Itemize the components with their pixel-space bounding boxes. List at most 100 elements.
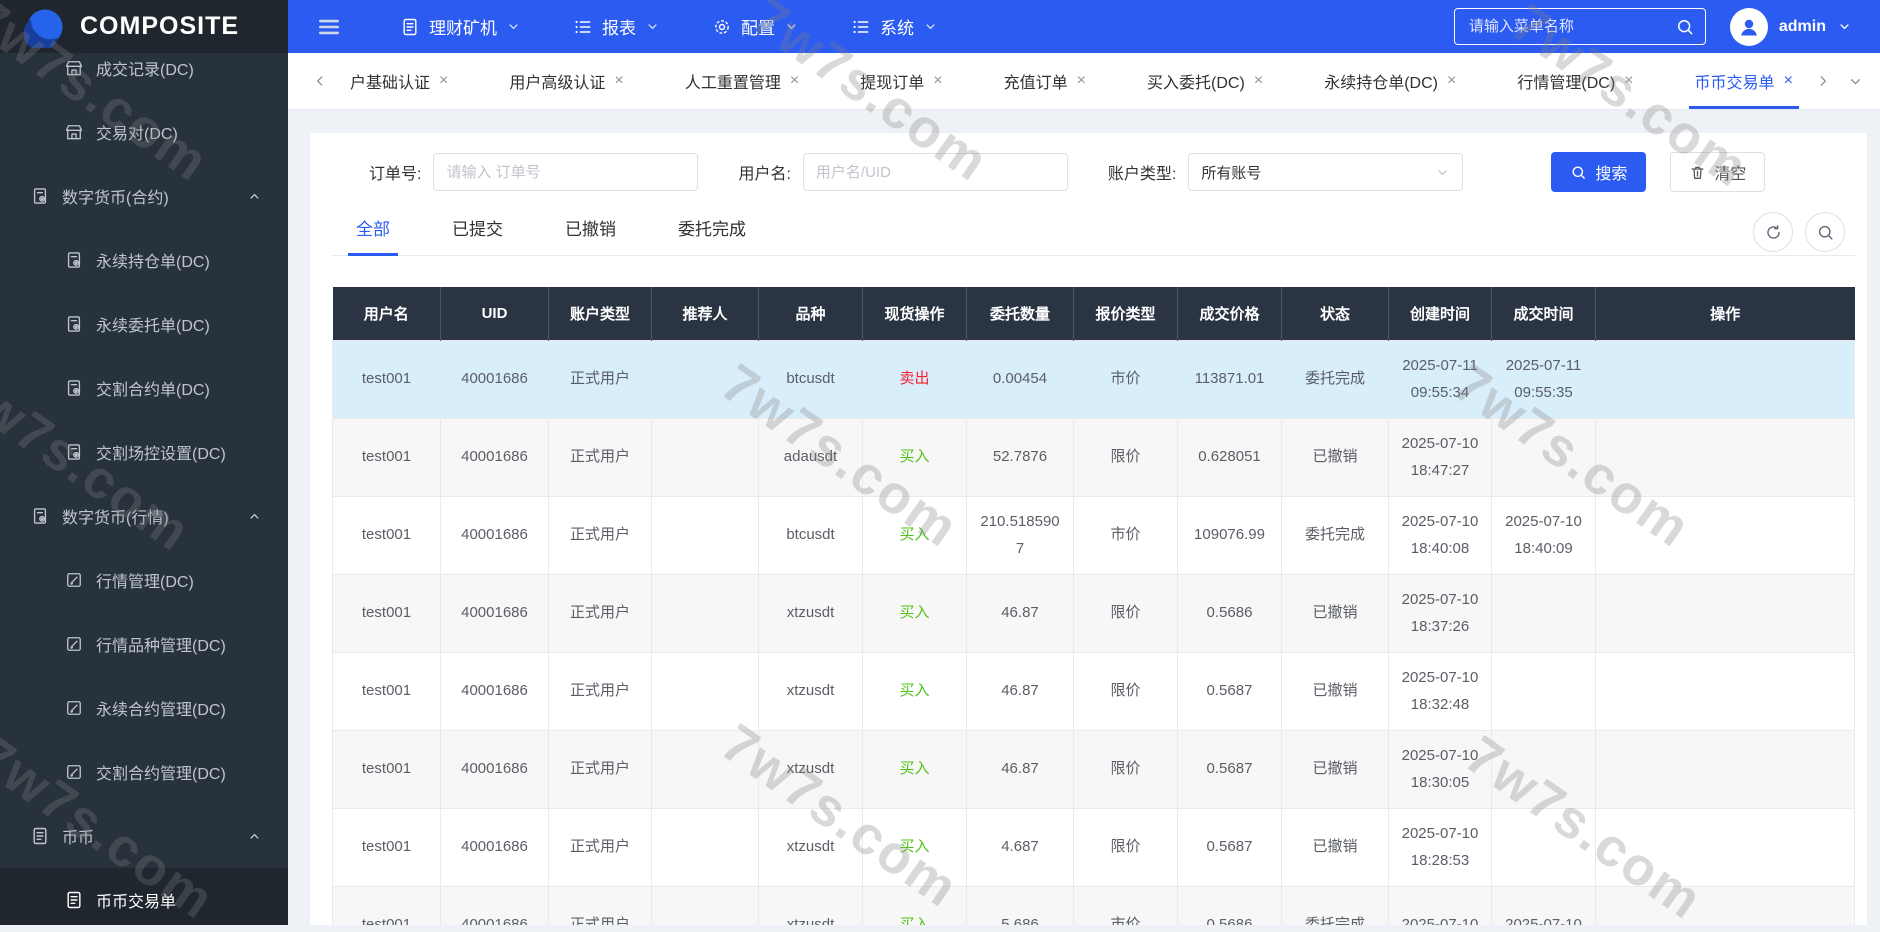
cell-referrer bbox=[651, 652, 759, 731]
tab-4[interactable]: 提现订单 × bbox=[860, 53, 942, 109]
close-icon[interactable]: × bbox=[790, 73, 799, 89]
caret-down-icon bbox=[784, 19, 799, 34]
nav-menu-4[interactable]: 系统 bbox=[851, 14, 938, 39]
sidebar-item-7[interactable]: 交割场控设置(DC) bbox=[0, 420, 288, 484]
cell-symbol: xtzusdt bbox=[758, 886, 863, 925]
cell-created: 2025-07-11 09:55:34 bbox=[1388, 340, 1492, 419]
cell-account_type: 正式用户 bbox=[548, 652, 652, 731]
tab-1[interactable]: 户基础认证 × bbox=[350, 53, 448, 109]
clear-button[interactable]: 清空 bbox=[1670, 152, 1766, 192]
sidebar-item-2[interactable]: 交易对(DC) bbox=[0, 100, 288, 164]
close-icon[interactable]: × bbox=[933, 73, 942, 89]
sidebar-item-13[interactable]: 币币 bbox=[0, 804, 288, 868]
sidebar-item-12[interactable]: 交割合约管理(DC) bbox=[0, 740, 288, 804]
col-header-username: 用户名 bbox=[332, 287, 441, 341]
cell-symbol: xtzusdt bbox=[758, 652, 863, 731]
tab-bar: 户基础认证 × 用户高级认证 × 人工重置管理 × 提现订单 × 充值订单 × 买入委托(DC) × 永… bbox=[288, 53, 1880, 110]
tab-5[interactable]: 充值订单 × bbox=[1004, 53, 1086, 109]
sidebar-item-5[interactable]: 永续委托单(DC) bbox=[0, 292, 288, 356]
cell-completed: 2025-07-10 bbox=[1491, 886, 1596, 925]
cell-symbol: xtzusdt bbox=[758, 730, 863, 809]
tab-2[interactable]: 用户高级认证 × bbox=[509, 53, 623, 109]
cell-amount: 0.00454 bbox=[966, 340, 1074, 419]
tabs-scroll-left-icon[interactable] bbox=[312, 73, 328, 89]
sidebar-item-4[interactable]: 永续持仓单(DC) bbox=[0, 228, 288, 292]
close-icon[interactable]: × bbox=[1447, 73, 1456, 89]
cell-account_type: 正式用户 bbox=[548, 418, 652, 497]
sidebar-item-8[interactable]: 数字货币(行情) bbox=[0, 484, 288, 548]
cell-ops bbox=[1595, 340, 1855, 419]
sidebar-item-14[interactable]: 币币交易单 bbox=[0, 868, 288, 925]
close-icon[interactable]: × bbox=[439, 73, 448, 89]
close-icon[interactable]: × bbox=[1624, 73, 1633, 89]
table-row: test001 40001686 正式用户 xtzusdt 买入 46.87 限价 0.568… bbox=[332, 574, 1855, 653]
refresh-button[interactable] bbox=[1753, 212, 1793, 252]
col-header-completed: 成交时间 bbox=[1491, 287, 1596, 341]
hamburger-icon[interactable] bbox=[316, 14, 342, 40]
doc-icon bbox=[30, 826, 50, 846]
search-icon[interactable] bbox=[1675, 17, 1695, 37]
orders-table: 用户名 UID 账户类型 推荐人 品种 现货操作 委托数量 报价类型 成交价格 状态 创建时间 成交时… bbox=[332, 287, 1855, 925]
close-icon[interactable]: × bbox=[1254, 73, 1263, 89]
cell-price: 0.5687 bbox=[1177, 652, 1282, 731]
caret-up-icon bbox=[247, 189, 262, 204]
caret-down-icon bbox=[645, 19, 660, 34]
table-row: test001 40001686 正式用户 xtzusdt 买入 5.686 市价 0.568… bbox=[332, 886, 1855, 925]
status-tab-3[interactable]: 已撤销 bbox=[565, 215, 616, 240]
username-group: 用户名: bbox=[738, 153, 1068, 191]
cell-uid: 40001686 bbox=[440, 886, 549, 925]
close-icon[interactable]: × bbox=[614, 73, 623, 89]
sidebar-item-1[interactable]: 成交记录(DC) bbox=[0, 53, 288, 100]
main-content: 户基础认证 × 用户高级认证 × 人工重置管理 × 提现订单 × 充值订单 × 买入委托(DC) × 永… bbox=[288, 53, 1880, 925]
menu-search-input[interactable] bbox=[1466, 17, 1675, 36]
top-navbar: COMPOSITE 理财矿机 报表 配置 系统 admin bbox=[0, 0, 1880, 53]
tab-9[interactable]: 币币交易单 × bbox=[1688, 53, 1800, 109]
cell-account_type: 正式用户 bbox=[548, 340, 652, 419]
cell-username: test001 bbox=[332, 652, 441, 731]
tab-8[interactable]: 行情管理(DC) × bbox=[1517, 53, 1633, 109]
close-icon[interactable]: × bbox=[1784, 73, 1793, 89]
username-input[interactable] bbox=[802, 153, 1068, 191]
tabs-scroll-right-icon[interactable] bbox=[1815, 73, 1831, 89]
search-button[interactable]: 搜索 bbox=[1551, 152, 1647, 192]
status-tab-1[interactable]: 全部 bbox=[348, 215, 398, 256]
nav-menu-2[interactable]: 报表 bbox=[573, 14, 660, 39]
user-menu[interactable]: admin bbox=[1729, 7, 1852, 46]
sidebar-item-11[interactable]: 永续合约管理(DC) bbox=[0, 676, 288, 740]
cell-price_type: 限价 bbox=[1073, 574, 1178, 653]
status-tab-4[interactable]: 委托完成 bbox=[678, 215, 746, 240]
tab-6[interactable]: 买入委托(DC) × bbox=[1147, 53, 1263, 109]
status-tab-2[interactable]: 已提交 bbox=[452, 215, 503, 240]
tab-3[interactable]: 人工重置管理 × bbox=[685, 53, 799, 109]
cell-account_type: 正式用户 bbox=[548, 808, 652, 887]
menu-search-box bbox=[1453, 8, 1706, 45]
col-header-created: 创建时间 bbox=[1388, 287, 1492, 341]
tab-label: 户基础认证 bbox=[350, 75, 431, 92]
sidebar-item-10[interactable]: 行情品种管理(DC) bbox=[0, 612, 288, 676]
edit-icon bbox=[64, 634, 84, 654]
sidebar-item-6[interactable]: 交割合约单(DC) bbox=[0, 356, 288, 420]
tabs-dropdown-icon[interactable] bbox=[1847, 73, 1864, 90]
column-search-button[interactable] bbox=[1805, 212, 1845, 252]
nav-menu-3[interactable]: 配置 bbox=[712, 14, 799, 39]
nav-menu-1[interactable]: 理财矿机 bbox=[400, 14, 521, 39]
sql-file-icon bbox=[30, 506, 50, 526]
order-no-input[interactable] bbox=[433, 153, 699, 191]
brand-logo: COMPOSITE bbox=[0, 0, 288, 53]
store-icon bbox=[64, 122, 84, 142]
cell-username: test001 bbox=[332, 496, 441, 575]
sidebar-item-label: 交割场控设置(DC) bbox=[96, 446, 226, 463]
cell-completed bbox=[1491, 730, 1596, 809]
sql-file-icon bbox=[64, 250, 84, 270]
cell-status: 委托完成 bbox=[1281, 340, 1389, 419]
cell-action: 买入 bbox=[862, 496, 967, 575]
cell-completed bbox=[1491, 652, 1596, 731]
account-type-select[interactable]: 所有账号 bbox=[1188, 153, 1464, 191]
sidebar-item-3[interactable]: 数字货币(合约) bbox=[0, 164, 288, 228]
list-icon bbox=[573, 17, 593, 37]
tab-7[interactable]: 永续持仓单(DC) × bbox=[1324, 53, 1456, 109]
sidebar-item-9[interactable]: 行情管理(DC) bbox=[0, 548, 288, 612]
close-icon[interactable]: × bbox=[1077, 73, 1086, 89]
status-tabs: 全部 已提交 已撤销 委托完成 bbox=[332, 215, 1855, 256]
cell-symbol: adausdt bbox=[758, 418, 863, 497]
